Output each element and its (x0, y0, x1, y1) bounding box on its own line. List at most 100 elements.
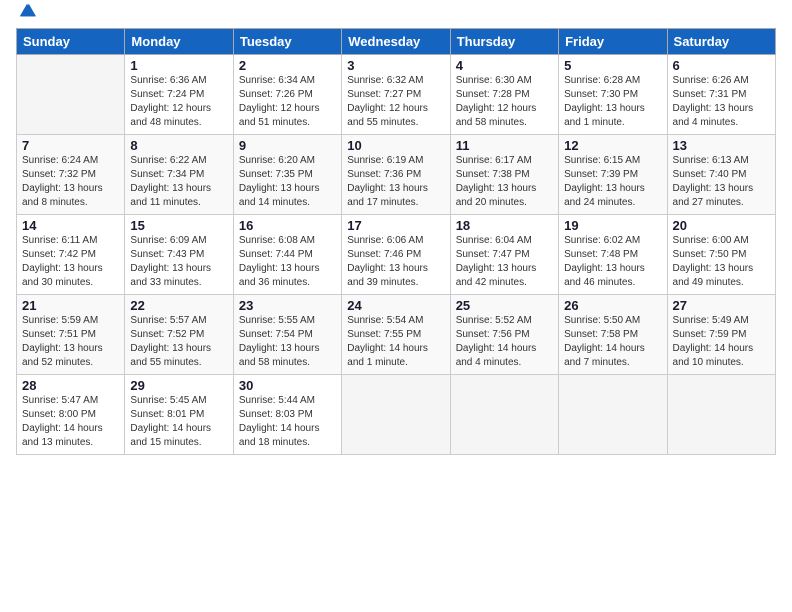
cell-info: Sunrise: 5:45 AM Sunset: 8:01 PM Dayligh… (130, 394, 227, 450)
cell-date: 22 (130, 298, 227, 313)
cell-date: 16 (239, 218, 336, 233)
cell-date: 1 (130, 58, 227, 73)
cell-info: Sunrise: 5:54 AM Sunset: 7:55 PM Dayligh… (347, 314, 444, 370)
week-row-5: 28Sunrise: 5:47 AM Sunset: 8:00 PM Dayli… (17, 375, 776, 455)
calendar-cell: 9Sunrise: 6:20 AM Sunset: 7:35 PM Daylig… (233, 135, 341, 215)
cell-date: 27 (673, 298, 770, 313)
calendar-cell: 11Sunrise: 6:17 AM Sunset: 7:38 PM Dayli… (450, 135, 558, 215)
day-header-friday: Friday (559, 29, 667, 55)
logo (16, 10, 36, 20)
calendar-cell (559, 375, 667, 455)
cell-date: 5 (564, 58, 661, 73)
calendar-cell: 22Sunrise: 5:57 AM Sunset: 7:52 PM Dayli… (125, 295, 233, 375)
cell-date: 24 (347, 298, 444, 313)
calendar-cell: 4Sunrise: 6:30 AM Sunset: 7:28 PM Daylig… (450, 55, 558, 135)
cell-info: Sunrise: 6:04 AM Sunset: 7:47 PM Dayligh… (456, 234, 553, 290)
day-header-sunday: Sunday (17, 29, 125, 55)
calendar-cell (667, 375, 775, 455)
cell-info: Sunrise: 5:55 AM Sunset: 7:54 PM Dayligh… (239, 314, 336, 370)
page: SundayMondayTuesdayWednesdayThursdayFrid… (0, 0, 792, 612)
day-header-thursday: Thursday (450, 29, 558, 55)
day-header-monday: Monday (125, 29, 233, 55)
calendar-cell: 5Sunrise: 6:28 AM Sunset: 7:30 PM Daylig… (559, 55, 667, 135)
calendar-cell: 10Sunrise: 6:19 AM Sunset: 7:36 PM Dayli… (342, 135, 450, 215)
cell-date: 19 (564, 218, 661, 233)
calendar-cell: 21Sunrise: 5:59 AM Sunset: 7:51 PM Dayli… (17, 295, 125, 375)
cell-info: Sunrise: 5:50 AM Sunset: 7:58 PM Dayligh… (564, 314, 661, 370)
cell-info: Sunrise: 6:06 AM Sunset: 7:46 PM Dayligh… (347, 234, 444, 290)
cell-info: Sunrise: 6:30 AM Sunset: 7:28 PM Dayligh… (456, 74, 553, 130)
cell-date: 28 (22, 378, 119, 393)
calendar-cell: 20Sunrise: 6:00 AM Sunset: 7:50 PM Dayli… (667, 215, 775, 295)
calendar-cell: 28Sunrise: 5:47 AM Sunset: 8:00 PM Dayli… (17, 375, 125, 455)
calendar-cell: 17Sunrise: 6:06 AM Sunset: 7:46 PM Dayli… (342, 215, 450, 295)
cell-info: Sunrise: 6:17 AM Sunset: 7:38 PM Dayligh… (456, 154, 553, 210)
cell-date: 15 (130, 218, 227, 233)
cell-info: Sunrise: 6:20 AM Sunset: 7:35 PM Dayligh… (239, 154, 336, 210)
cell-date: 14 (22, 218, 119, 233)
cell-date: 29 (130, 378, 227, 393)
cell-date: 21 (22, 298, 119, 313)
header (16, 10, 776, 20)
calendar-cell: 24Sunrise: 5:54 AM Sunset: 7:55 PM Dayli… (342, 295, 450, 375)
cell-date: 7 (22, 138, 119, 153)
calendar-cell: 6Sunrise: 6:26 AM Sunset: 7:31 PM Daylig… (667, 55, 775, 135)
cell-info: Sunrise: 6:19 AM Sunset: 7:36 PM Dayligh… (347, 154, 444, 210)
cell-info: Sunrise: 6:13 AM Sunset: 7:40 PM Dayligh… (673, 154, 770, 210)
week-row-4: 21Sunrise: 5:59 AM Sunset: 7:51 PM Dayli… (17, 295, 776, 375)
calendar-table: SundayMondayTuesdayWednesdayThursdayFrid… (16, 28, 776, 455)
cell-info: Sunrise: 6:15 AM Sunset: 7:39 PM Dayligh… (564, 154, 661, 210)
cell-date: 9 (239, 138, 336, 153)
week-row-3: 14Sunrise: 6:11 AM Sunset: 7:42 PM Dayli… (17, 215, 776, 295)
calendar-cell (450, 375, 558, 455)
cell-info: Sunrise: 6:08 AM Sunset: 7:44 PM Dayligh… (239, 234, 336, 290)
calendar-cell: 23Sunrise: 5:55 AM Sunset: 7:54 PM Dayli… (233, 295, 341, 375)
cell-date: 26 (564, 298, 661, 313)
logo-icon (18, 2, 36, 20)
day-header-saturday: Saturday (667, 29, 775, 55)
cell-info: Sunrise: 5:52 AM Sunset: 7:56 PM Dayligh… (456, 314, 553, 370)
cell-info: Sunrise: 6:09 AM Sunset: 7:43 PM Dayligh… (130, 234, 227, 290)
day-header-tuesday: Tuesday (233, 29, 341, 55)
calendar-cell (17, 55, 125, 135)
cell-date: 6 (673, 58, 770, 73)
cell-info: Sunrise: 5:59 AM Sunset: 7:51 PM Dayligh… (22, 314, 119, 370)
cell-info: Sunrise: 6:11 AM Sunset: 7:42 PM Dayligh… (22, 234, 119, 290)
cell-date: 17 (347, 218, 444, 233)
cell-date: 13 (673, 138, 770, 153)
cell-info: Sunrise: 5:49 AM Sunset: 7:59 PM Dayligh… (673, 314, 770, 370)
calendar-cell: 15Sunrise: 6:09 AM Sunset: 7:43 PM Dayli… (125, 215, 233, 295)
calendar-cell: 16Sunrise: 6:08 AM Sunset: 7:44 PM Dayli… (233, 215, 341, 295)
cell-date: 4 (456, 58, 553, 73)
cell-date: 8 (130, 138, 227, 153)
cell-date: 10 (347, 138, 444, 153)
cell-info: Sunrise: 6:00 AM Sunset: 7:50 PM Dayligh… (673, 234, 770, 290)
cell-date: 23 (239, 298, 336, 313)
cell-info: Sunrise: 6:24 AM Sunset: 7:32 PM Dayligh… (22, 154, 119, 210)
day-header-wednesday: Wednesday (342, 29, 450, 55)
calendar-cell: 26Sunrise: 5:50 AM Sunset: 7:58 PM Dayli… (559, 295, 667, 375)
header-row: SundayMondayTuesdayWednesdayThursdayFrid… (17, 29, 776, 55)
cell-date: 12 (564, 138, 661, 153)
calendar-cell: 29Sunrise: 5:45 AM Sunset: 8:01 PM Dayli… (125, 375, 233, 455)
cell-info: Sunrise: 6:02 AM Sunset: 7:48 PM Dayligh… (564, 234, 661, 290)
cell-info: Sunrise: 6:26 AM Sunset: 7:31 PM Dayligh… (673, 74, 770, 130)
cell-date: 20 (673, 218, 770, 233)
cell-info: Sunrise: 6:22 AM Sunset: 7:34 PM Dayligh… (130, 154, 227, 210)
calendar-cell: 14Sunrise: 6:11 AM Sunset: 7:42 PM Dayli… (17, 215, 125, 295)
week-row-2: 7Sunrise: 6:24 AM Sunset: 7:32 PM Daylig… (17, 135, 776, 215)
calendar-cell: 13Sunrise: 6:13 AM Sunset: 7:40 PM Dayli… (667, 135, 775, 215)
calendar-cell: 19Sunrise: 6:02 AM Sunset: 7:48 PM Dayli… (559, 215, 667, 295)
cell-info: Sunrise: 6:28 AM Sunset: 7:30 PM Dayligh… (564, 74, 661, 130)
week-row-1: 1Sunrise: 6:36 AM Sunset: 7:24 PM Daylig… (17, 55, 776, 135)
cell-date: 18 (456, 218, 553, 233)
calendar-cell: 27Sunrise: 5:49 AM Sunset: 7:59 PM Dayli… (667, 295, 775, 375)
cell-info: Sunrise: 6:32 AM Sunset: 7:27 PM Dayligh… (347, 74, 444, 130)
cell-date: 2 (239, 58, 336, 73)
calendar-cell: 8Sunrise: 6:22 AM Sunset: 7:34 PM Daylig… (125, 135, 233, 215)
calendar-cell: 12Sunrise: 6:15 AM Sunset: 7:39 PM Dayli… (559, 135, 667, 215)
calendar-cell: 18Sunrise: 6:04 AM Sunset: 7:47 PM Dayli… (450, 215, 558, 295)
cell-info: Sunrise: 5:44 AM Sunset: 8:03 PM Dayligh… (239, 394, 336, 450)
cell-date: 3 (347, 58, 444, 73)
cell-info: Sunrise: 5:47 AM Sunset: 8:00 PM Dayligh… (22, 394, 119, 450)
